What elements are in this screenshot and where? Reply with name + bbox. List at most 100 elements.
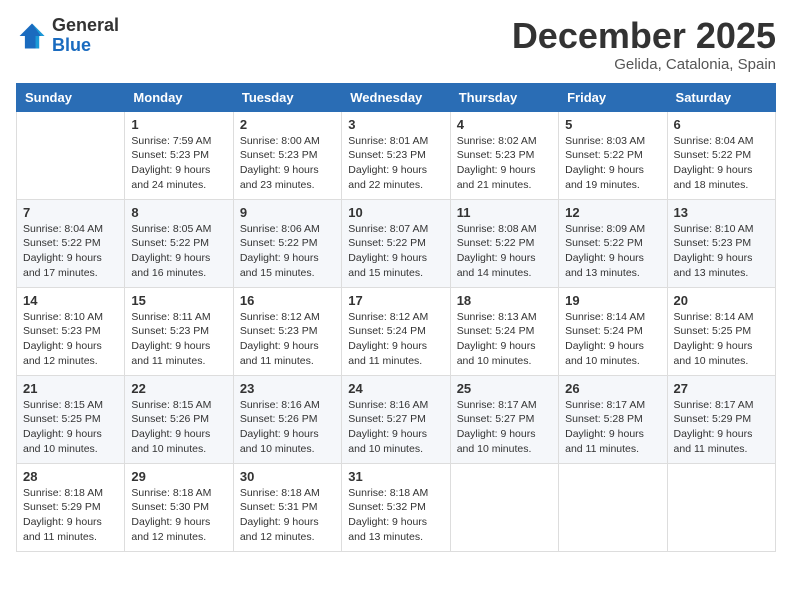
day-number: 30 <box>240 469 335 484</box>
calendar-cell: 18Sunrise: 8:13 AM Sunset: 5:24 PM Dayli… <box>450 287 558 375</box>
day-info: Sunrise: 8:00 AM Sunset: 5:23 PM Dayligh… <box>240 134 335 193</box>
week-row-1: 1Sunrise: 7:59 AM Sunset: 5:23 PM Daylig… <box>17 111 776 199</box>
day-number: 29 <box>131 469 226 484</box>
calendar-cell: 25 Sunrise: 8:17 AM Sunset: 5:27 PM Dayli… <box>450 375 558 463</box>
calendar-table: SundayMondayTuesdayWednesdayThursdayFrid… <box>16 83 776 552</box>
day-number: 22 <box>131 381 226 396</box>
day-info: Sunrise: 8:04 AM Sunset: 5:22 PM Dayligh… <box>23 222 118 281</box>
weekday-header-friday: Friday <box>559 83 667 111</box>
day-number: 3 <box>348 117 443 132</box>
weekday-header-wednesday: Wednesday <box>342 83 450 111</box>
weekday-header-monday: Monday <box>125 83 233 111</box>
day-number: 23 <box>240 381 335 396</box>
calendar-cell: 3 Sunrise: 8:01 AM Sunset: 5:23 PM Daylig… <box>342 111 450 199</box>
day-number: 18 <box>457 293 552 308</box>
day-info: Sunrise: 8:04 AM Sunset: 5:22 PM Dayligh… <box>674 134 769 193</box>
calendar-cell: 28Sunrise: 8:18 AM Sunset: 5:29 PM Dayli… <box>17 463 125 551</box>
day-info: Sunrise: 8:14 AM Sunset: 5:24 PM Dayligh… <box>565 310 660 369</box>
logo-icon <box>16 20 48 52</box>
day-info: Sunrise: 8:14 AM Sunset: 5:25 PM Dayligh… <box>674 310 769 369</box>
day-number: 8 <box>131 205 226 220</box>
calendar-cell: 10Sunrise: 8:07 AM Sunset: 5:22 PM Dayli… <box>342 199 450 287</box>
calendar-cell: 20Sunrise: 8:14 AM Sunset: 5:25 PM Dayli… <box>667 287 775 375</box>
calendar-header: SundayMondayTuesdayWednesdayThursdayFrid… <box>17 83 776 111</box>
logo-text: General Blue <box>52 16 119 56</box>
day-info: Sunrise: 8:09 AM Sunset: 5:22 PM Dayligh… <box>565 222 660 281</box>
weekday-header-row: SundayMondayTuesdayWednesdayThursdayFrid… <box>17 83 776 111</box>
day-info: Sunrise: 8:18 AM Sunset: 5:30 PM Dayligh… <box>131 486 226 545</box>
day-number: 15 <box>131 293 226 308</box>
title-area: December 2025 Gelida, Catalonia, Spain <box>512 16 776 73</box>
calendar-cell <box>667 463 775 551</box>
calendar-cell: 29 Sunrise: 8:18 AM Sunset: 5:30 PM Dayli… <box>125 463 233 551</box>
day-number: 19 <box>565 293 660 308</box>
weekday-header-sunday: Sunday <box>17 83 125 111</box>
day-info: Sunrise: 8:08 AM Sunset: 5:22 PM Dayligh… <box>457 222 552 281</box>
day-number: 5 <box>565 117 660 132</box>
day-number: 2 <box>240 117 335 132</box>
calendar-cell: 19 Sunrise: 8:14 AM Sunset: 5:24 PM Dayli… <box>559 287 667 375</box>
day-number: 4 <box>457 117 552 132</box>
day-info: Sunrise: 8:18 AM Sunset: 5:32 PM Dayligh… <box>348 486 443 545</box>
day-info: Sunrise: 8:01 AM Sunset: 5:23 PM Dayligh… <box>348 134 443 193</box>
day-info: Sunrise: 8:16 AM Sunset: 5:27 PM Dayligh… <box>348 398 443 457</box>
calendar-cell: 15 Sunrise: 8:11 AM Sunset: 5:23 PM Dayli… <box>125 287 233 375</box>
day-number: 6 <box>674 117 769 132</box>
day-number: 26 <box>565 381 660 396</box>
calendar-cell: 2 Sunrise: 8:00 AM Sunset: 5:23 PM Daylig… <box>233 111 341 199</box>
calendar-cell: 8 Sunrise: 8:05 AM Sunset: 5:22 PM Daylig… <box>125 199 233 287</box>
calendar-cell: 9 Sunrise: 8:06 AM Sunset: 5:22 PM Daylig… <box>233 199 341 287</box>
day-number: 12 <box>565 205 660 220</box>
day-info: Sunrise: 8:17 AM Sunset: 5:27 PM Dayligh… <box>457 398 552 457</box>
calendar-cell: 13Sunrise: 8:10 AM Sunset: 5:23 PM Dayli… <box>667 199 775 287</box>
day-number: 9 <box>240 205 335 220</box>
day-info: Sunrise: 8:03 AM Sunset: 5:22 PM Dayligh… <box>565 134 660 193</box>
day-info: Sunrise: 8:10 AM Sunset: 5:23 PM Dayligh… <box>23 310 118 369</box>
week-row-4: 21Sunrise: 8:15 AM Sunset: 5:25 PM Dayli… <box>17 375 776 463</box>
calendar-cell: 26 Sunrise: 8:17 AM Sunset: 5:28 PM Dayli… <box>559 375 667 463</box>
day-info: Sunrise: 8:02 AM Sunset: 5:23 PM Dayligh… <box>457 134 552 193</box>
day-info: Sunrise: 8:12 AM Sunset: 5:24 PM Dayligh… <box>348 310 443 369</box>
day-number: 16 <box>240 293 335 308</box>
day-number: 17 <box>348 293 443 308</box>
week-row-3: 14Sunrise: 8:10 AM Sunset: 5:23 PM Dayli… <box>17 287 776 375</box>
calendar-body: 1Sunrise: 7:59 AM Sunset: 5:23 PM Daylig… <box>17 111 776 551</box>
day-info: Sunrise: 8:17 AM Sunset: 5:28 PM Dayligh… <box>565 398 660 457</box>
day-number: 24 <box>348 381 443 396</box>
page-header: General Blue December 2025 Gelida, Catal… <box>16 16 776 73</box>
day-number: 25 <box>457 381 552 396</box>
weekday-header-tuesday: Tuesday <box>233 83 341 111</box>
calendar-cell <box>17 111 125 199</box>
day-info: Sunrise: 8:17 AM Sunset: 5:29 PM Dayligh… <box>674 398 769 457</box>
week-row-5: 28Sunrise: 8:18 AM Sunset: 5:29 PM Dayli… <box>17 463 776 551</box>
calendar-cell: 31 Sunrise: 8:18 AM Sunset: 5:32 PM Dayli… <box>342 463 450 551</box>
day-info: Sunrise: 8:18 AM Sunset: 5:29 PM Dayligh… <box>23 486 118 545</box>
calendar-cell: 1Sunrise: 7:59 AM Sunset: 5:23 PM Daylig… <box>125 111 233 199</box>
calendar-cell: 11 Sunrise: 8:08 AM Sunset: 5:22 PM Dayli… <box>450 199 558 287</box>
day-info: Sunrise: 7:59 AM Sunset: 5:23 PM Dayligh… <box>131 134 226 193</box>
week-row-2: 7 Sunrise: 8:04 AM Sunset: 5:22 PM Daylig… <box>17 199 776 287</box>
day-info: Sunrise: 8:05 AM Sunset: 5:22 PM Dayligh… <box>131 222 226 281</box>
calendar-cell: 23 Sunrise: 8:16 AM Sunset: 5:26 PM Dayli… <box>233 375 341 463</box>
day-number: 31 <box>348 469 443 484</box>
calendar-cell: 7 Sunrise: 8:04 AM Sunset: 5:22 PM Daylig… <box>17 199 125 287</box>
calendar-cell: 5 Sunrise: 8:03 AM Sunset: 5:22 PM Daylig… <box>559 111 667 199</box>
day-info: Sunrise: 8:11 AM Sunset: 5:23 PM Dayligh… <box>131 310 226 369</box>
calendar-cell: 12 Sunrise: 8:09 AM Sunset: 5:22 PM Dayli… <box>559 199 667 287</box>
day-number: 11 <box>457 205 552 220</box>
calendar-cell: 6 Sunrise: 8:04 AM Sunset: 5:22 PM Daylig… <box>667 111 775 199</box>
day-info: Sunrise: 8:06 AM Sunset: 5:22 PM Dayligh… <box>240 222 335 281</box>
calendar-cell <box>559 463 667 551</box>
day-number: 7 <box>23 205 118 220</box>
day-number: 10 <box>348 205 443 220</box>
calendar-cell <box>450 463 558 551</box>
day-info: Sunrise: 8:16 AM Sunset: 5:26 PM Dayligh… <box>240 398 335 457</box>
weekday-header-thursday: Thursday <box>450 83 558 111</box>
location: Gelida, Catalonia, Spain <box>512 56 776 73</box>
calendar-cell: 17 Sunrise: 8:12 AM Sunset: 5:24 PM Dayli… <box>342 287 450 375</box>
weekday-header-saturday: Saturday <box>667 83 775 111</box>
calendar-cell: 22 Sunrise: 8:15 AM Sunset: 5:26 PM Dayli… <box>125 375 233 463</box>
day-number: 13 <box>674 205 769 220</box>
logo-blue-text: Blue <box>52 36 119 56</box>
day-info: Sunrise: 8:15 AM Sunset: 5:26 PM Dayligh… <box>131 398 226 457</box>
